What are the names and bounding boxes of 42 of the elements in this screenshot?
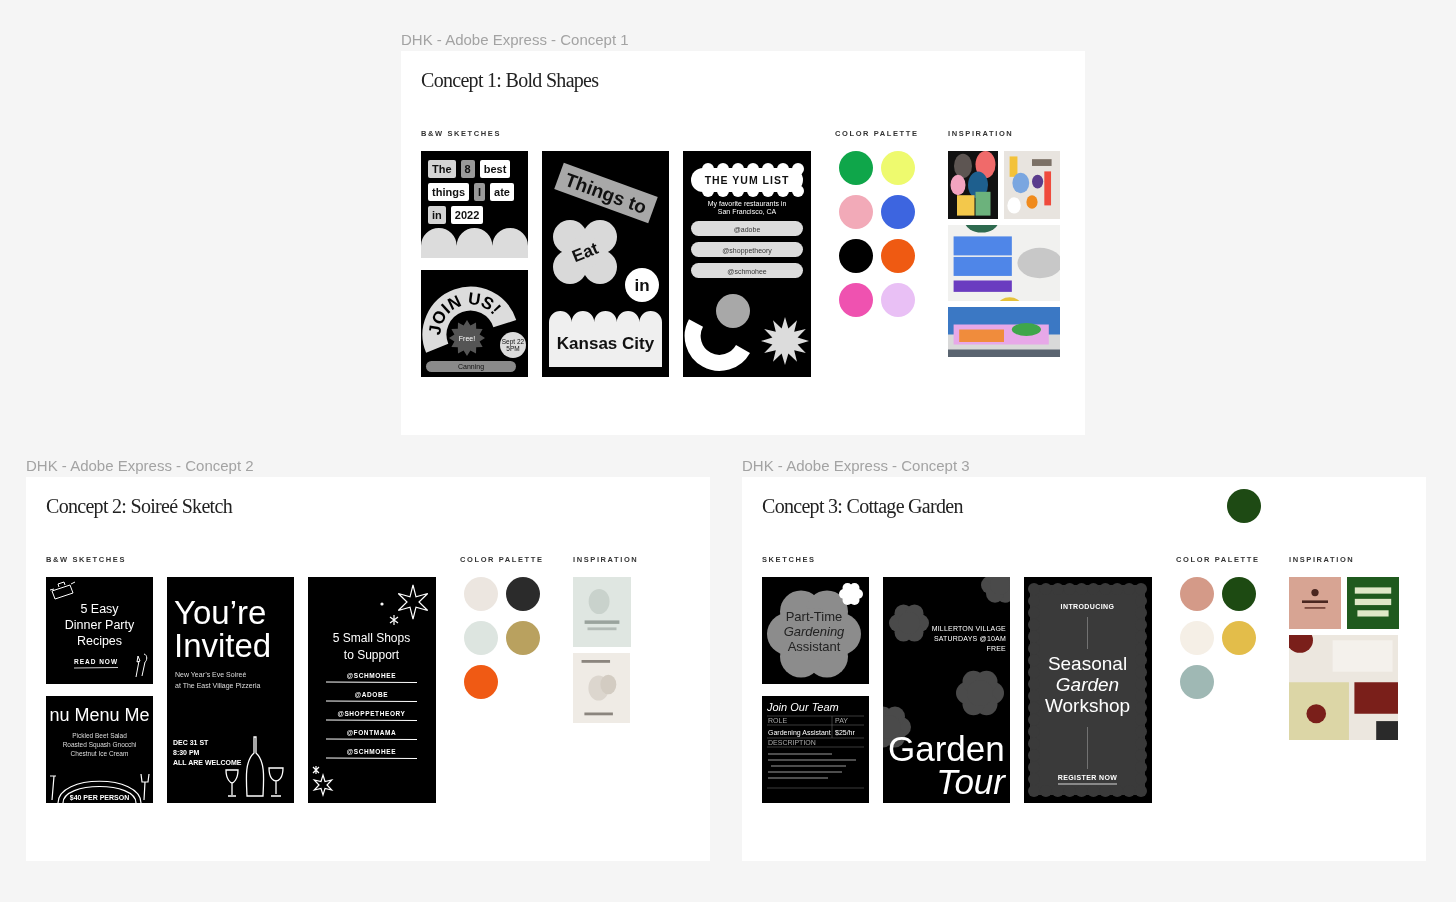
- flower-shape: [981, 577, 1010, 603]
- word-tile: I: [474, 183, 486, 201]
- starburst-shape: [761, 317, 809, 365]
- cutlery-icon: [135, 653, 148, 678]
- frame-label: DHK - Adobe Express - Concept 1: [401, 30, 630, 50]
- flower-shape: [956, 670, 1004, 716]
- word-tile: 2022: [450, 206, 484, 224]
- word-tile: in: [428, 206, 446, 224]
- poster-title: 5 Easy Dinner Party Recipes: [64, 602, 135, 648]
- flower-text: Eat: [569, 238, 601, 267]
- date-circle: [500, 332, 526, 358]
- frame-label: DHK - Adobe Express - Concept 3: [742, 456, 971, 476]
- poster-title: 5 Small Shops to Support: [332, 631, 411, 662]
- circle-shape: [716, 294, 750, 328]
- concept-title: Concept 3: Cottage Garden: [762, 494, 963, 518]
- poster-title: Seasonal Garden Workshop: [1044, 653, 1131, 716]
- sparkle-drawing: [312, 765, 334, 798]
- concept-title: Concept 2: Soireé Sketch: [46, 494, 232, 518]
- word-tile: 8: [460, 160, 475, 178]
- poster-title: THE YUM LIST: [704, 174, 790, 186]
- word-tile: things: [428, 183, 469, 201]
- ring-segment-shape: [684, 319, 750, 371]
- circle-text: in: [634, 276, 650, 295]
- word-tile: ate: [490, 183, 514, 201]
- poster-title: You’re Invited: [174, 594, 272, 664]
- underline: [1057, 783, 1118, 785]
- poster-title: Join Our Team: [767, 701, 839, 713]
- word-tile: best: [479, 160, 511, 178]
- circle-shape: [625, 268, 659, 302]
- word-tile: The: [428, 160, 456, 178]
- poster-title: nu Menu Me: [49, 705, 150, 725]
- flower-shape: [553, 220, 617, 284]
- underline: [73, 667, 119, 669]
- poster-title: Part-Time Gardening Assistant: [783, 609, 845, 654]
- frame-label: DHK - Adobe Express - Concept 2: [26, 456, 255, 476]
- concept-title: Concept 1: Bold Shapes: [421, 68, 599, 92]
- flower-shape: [889, 604, 929, 642]
- flower-badge-icon: [839, 582, 863, 606]
- pot-icon: [49, 581, 76, 600]
- poster-title: Garden Tour: [888, 729, 1005, 801]
- sparkle-drawing: [380, 584, 429, 626]
- box-text: Kansas City: [556, 334, 655, 353]
